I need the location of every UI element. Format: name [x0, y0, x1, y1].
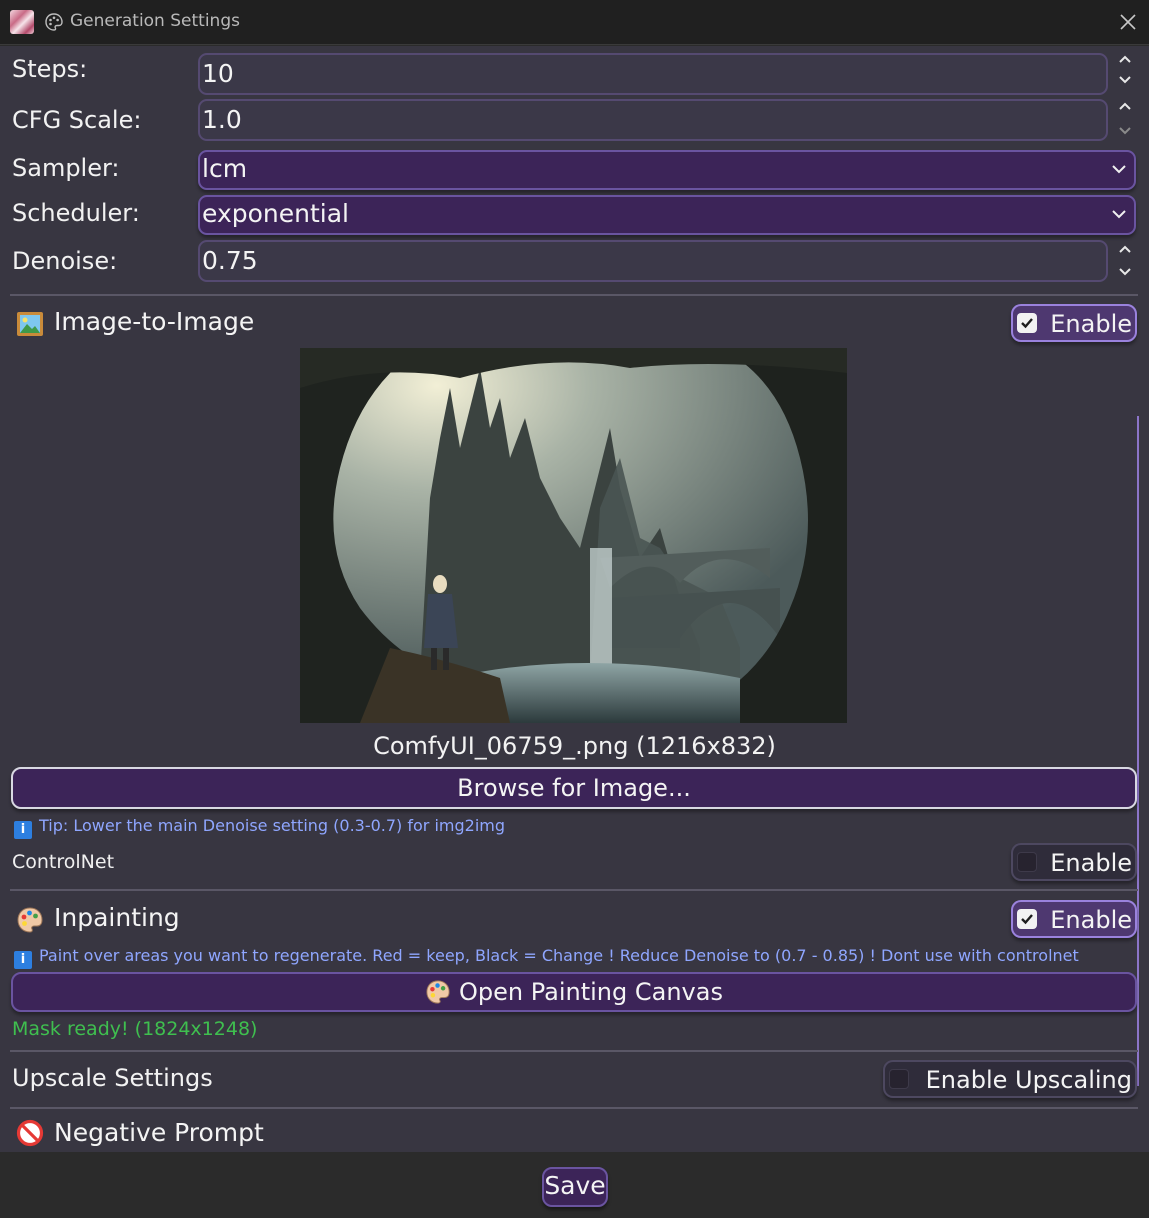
chevron-down-icon [1112, 210, 1126, 219]
open-painting-canvas-label: Open Painting Canvas [459, 978, 723, 1006]
upscale-enable-toggle[interactable]: Enable Upscaling [883, 1060, 1137, 1098]
inpainting-enable-toggle[interactable]: Enable [1011, 900, 1137, 938]
title-bar: Generation Settings [0, 0, 1149, 45]
negative-prompt-title: Negative Prompt [54, 1118, 264, 1147]
framed-picture-icon [17, 312, 43, 336]
palette-icon [17, 907, 43, 933]
denoise-input[interactable]: 0.75 [198, 240, 1108, 282]
img2img-enable-toggle[interactable]: Enable [1011, 304, 1137, 342]
img2img-tip-text: Tip: Lower the main Denoise setting (0.3… [39, 816, 506, 835]
inpainting-enable-label: Enable [1050, 906, 1132, 934]
chevron-down-icon [1112, 165, 1126, 174]
mask-status: Mask ready! (1824x1248) [12, 1018, 258, 1040]
open-painting-canvas-button[interactable]: Open Painting Canvas [11, 972, 1137, 1012]
browse-image-button[interactable]: Browse for Image... [11, 767, 1137, 809]
cfg-scale-label: CFG Scale: [12, 106, 142, 134]
checkbox-checked-icon [1017, 313, 1037, 333]
controlnet-enable-label: Enable [1050, 849, 1132, 877]
steps-input[interactable]: 10 [198, 53, 1108, 95]
settings-panel[interactable]: Steps: 10 CFG Scale: 1.0 Sampler: lcm Sc… [0, 46, 1149, 1152]
sampler-label: Sampler: [12, 154, 120, 182]
no-entry-icon [16, 1119, 44, 1147]
upscale-title: Upscale Settings [12, 1064, 213, 1092]
inpainting-title: Inpainting [54, 903, 180, 932]
save-button[interactable]: Save [542, 1167, 608, 1207]
divider [10, 889, 1138, 891]
denoise-label: Denoise: [12, 247, 118, 275]
inpainting-info: i Paint over areas you want to regenerate… [14, 946, 1079, 969]
divider [10, 294, 1138, 296]
denoise-spinner-icon[interactable] [1115, 241, 1135, 283]
close-icon[interactable] [1112, 6, 1144, 38]
sampler-select[interactable]: lcm [198, 150, 1136, 190]
info-icon: i [14, 821, 32, 839]
controlnet-enable-toggle[interactable]: Enable [1011, 843, 1137, 881]
palette-icon [426, 980, 450, 1004]
inpainting-info-text: Paint over areas you want to regenerate.… [39, 946, 1079, 965]
checkbox-unchecked-icon [1017, 852, 1037, 872]
controlnet-label: ControlNet [12, 851, 115, 873]
cfg-spinner-icon[interactable] [1115, 99, 1135, 141]
window-title: Generation Settings [70, 11, 240, 31]
steps-label: Steps: [12, 55, 88, 83]
upscale-enable-label: Enable Upscaling [925, 1066, 1132, 1094]
scheduler-select[interactable]: exponential [198, 195, 1136, 235]
footer: Save [0, 1152, 1149, 1218]
divider [10, 1050, 1138, 1052]
checkbox-unchecked-icon [889, 1069, 909, 1089]
divider [10, 1107, 1138, 1109]
img2img-enable-label: Enable [1050, 310, 1132, 338]
scheduler-label: Scheduler: [12, 199, 140, 227]
info-icon: i [14, 951, 32, 969]
palette-icon [45, 13, 63, 31]
image-caption: ComfyUI_06759_.png (1216x832) [373, 732, 776, 760]
source-image-preview [300, 348, 847, 723]
steps-spinner-icon[interactable] [1115, 52, 1135, 94]
cfg-scale-input[interactable]: 1.0 [198, 99, 1108, 141]
sampler-value: lcm [202, 154, 248, 183]
app-logo-icon [10, 10, 34, 34]
scheduler-value: exponential [202, 199, 349, 228]
checkbox-checked-icon [1017, 909, 1037, 929]
img2img-tip: i Tip: Lower the main Denoise setting (0.… [14, 816, 505, 839]
img2img-title: Image-to-Image [54, 307, 255, 336]
